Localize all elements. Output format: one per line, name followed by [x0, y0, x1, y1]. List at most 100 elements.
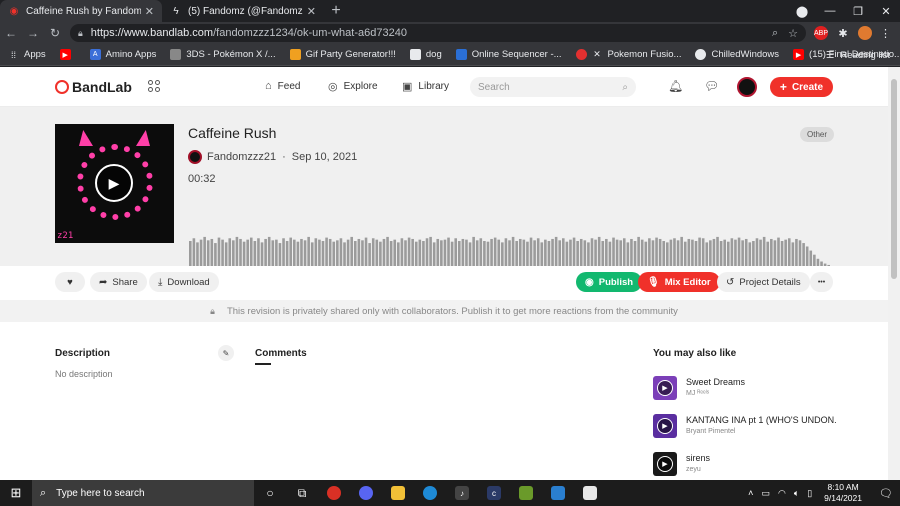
battery-icon[interactable]: ▯ [807, 488, 812, 499]
recommendation-cover[interactable]: ▶ [653, 452, 677, 476]
paint-app-icon[interactable] [542, 480, 574, 506]
search-input[interactable]: Search ⌕ [470, 77, 636, 97]
bookmark-3ds[interactable]: 3DS - Pokémon X /... [170, 49, 276, 60]
cortana-circle-icon[interactable]: ○ [254, 480, 286, 506]
nav-explore[interactable]: ◎ Explore [328, 80, 378, 93]
play-icon[interactable]: ▶ [657, 380, 673, 396]
recommendation-item[interactable]: ▶ Sweet Dreams MJ ᴿᵉᵉˡˢ [653, 376, 836, 400]
play-icon[interactable]: ▶ [657, 418, 673, 434]
download-icon: ⤓ [158, 276, 163, 288]
bookmark-amino[interactable]: A Amino Apps [89, 49, 156, 60]
page-scrollbar[interactable] [888, 67, 900, 480]
messages-chat-icon[interactable]: 💬︎ [704, 79, 719, 93]
adblock-extension-icon[interactable]: ABP [814, 26, 828, 40]
mix-editor-button[interactable]: 🎙︎ Mix Editor [638, 272, 720, 292]
windows-start-icon[interactable]: ⊞ [0, 485, 32, 501]
bandlab-icon: ◉ [9, 5, 19, 17]
bookmark-star-icon[interactable]: ☆ [788, 27, 798, 40]
search-icon[interactable]: ⌕ [772, 27, 778, 40]
tab-bandlab[interactable]: ◉ Caffeine Rush by Fandomzzz21 | ✕ [0, 0, 162, 22]
tab-twitter[interactable]: ϟ (5) Fandomz (@Fandomzzz1234) ✕ [162, 0, 324, 22]
game-app-icon[interactable] [510, 480, 542, 506]
bookmark-chilledwindows[interactable]: ChilledWindows [695, 49, 779, 60]
address-bar[interactable]: 🔒︎ https://www.bandlab.com /fandomzzz123… [70, 24, 806, 42]
bookmark-pokemon-fusion[interactable]: ✕ Pokemon Fusio... [575, 49, 681, 60]
puzzle-extensions-icon[interactable]: ✱ [836, 26, 850, 40]
comments-tab[interactable]: Comments [255, 348, 307, 359]
nav-library[interactable]: ▣ Library [402, 80, 449, 93]
minimize-button[interactable]: — [816, 5, 844, 17]
close-icon[interactable]: ✕ [145, 5, 154, 18]
download-button[interactable]: ⤓ Download [149, 272, 219, 292]
create-button[interactable]: + Create [770, 77, 833, 97]
bandlab-logo[interactable]: BandLab [55, 79, 132, 95]
back-button[interactable]: ← [0, 26, 22, 40]
edge-taskbar-icon[interactable] [414, 480, 446, 506]
publish-button[interactable]: ◉ Publish [576, 272, 643, 292]
reading-list-button[interactable]: ☰ Reading list [826, 44, 890, 66]
taskbar-clock[interactable]: 8:10 AM 9/14/2021 [824, 482, 862, 504]
recommendation-title[interactable]: Sweet Dreams [686, 377, 836, 387]
project-details-button[interactable]: ↺ Project Details [717, 272, 810, 292]
more-options-button[interactable]: ••• [810, 272, 833, 292]
profile-dropdown-icon[interactable]: ⬤ [788, 5, 816, 18]
close-icon[interactable]: ✕ [307, 5, 316, 18]
site-header: BandLab ⌂ Feed ◎ Explore ▣ Library Search ⌕ … [0, 67, 888, 107]
chevron-up-icon[interactable]: ˄ [748, 488, 753, 498]
bookmark-dog[interactable]: dog [409, 49, 442, 60]
recommendation-item[interactable]: ▶ sirens zeyu [653, 452, 836, 476]
file-explorer-icon[interactable] [382, 480, 414, 506]
new-tab-button[interactable]: + [324, 0, 348, 22]
scrollbar-thumb[interactable] [891, 79, 897, 279]
close-window-button[interactable]: ✕ [872, 5, 900, 18]
reading-list-icon: ☰ [825, 49, 835, 61]
play-icon[interactable]: ▶ [657, 456, 673, 472]
nav-feed[interactable]: ⌂ Feed [265, 80, 300, 92]
share-button[interactable]: ➦ Share [90, 272, 147, 292]
track-cover-art[interactable]: z21 ▶ [55, 124, 174, 243]
bookmark-gif-party[interactable]: Gif Party Generator!!! [289, 49, 396, 60]
recommendation-title[interactable]: KANTANG INA pt 1 (WHO'S UNDON... [686, 415, 836, 425]
recommendation-item[interactable]: ▶ KANTANG INA pt 1 (WHO'S UNDON... Bryant… [653, 414, 836, 438]
apps-menu-icon[interactable] [148, 80, 160, 92]
3ds-icon [170, 49, 182, 60]
tab-title: (5) Fandomz (@Fandomzzz1234) [188, 5, 303, 17]
chrome-taskbar-icon[interactable] [318, 480, 350, 506]
artist-name[interactable]: Fandomzzz21 [207, 151, 276, 163]
taskbar-search-input[interactable]: ⌕ Type here to search [32, 480, 254, 506]
recommendation-title[interactable]: sirens [686, 453, 836, 463]
artist-avatar[interactable] [188, 150, 202, 164]
publish-label: Publish [598, 276, 634, 288]
user-avatar[interactable] [737, 77, 757, 97]
music-app-icon[interactable]: ♪ [446, 480, 478, 506]
network-icon[interactable]: ▭ [761, 488, 770, 499]
task-view-icon[interactable]: ⧉ [286, 480, 318, 506]
discord-taskbar-icon[interactable] [350, 480, 382, 506]
bookmark-youtube[interactable]: ▶ [59, 49, 76, 60]
restore-button[interactable]: ❐ [844, 5, 872, 18]
menu-kebab-icon[interactable]: ⋮ [880, 27, 891, 40]
compass-icon: ◎ [328, 81, 338, 93]
recommendation-artist[interactable]: MJ ᴿᵉᵉˡˢ [686, 390, 836, 397]
bookmark-apps[interactable]: ⁞⁞ Apps [8, 49, 46, 60]
reload-button[interactable]: ↻ [44, 26, 66, 40]
recommendation-cover[interactable]: ▶ [653, 414, 677, 438]
profile-avatar-icon[interactable] [858, 26, 872, 40]
recommendation-cover[interactable]: ▶ [653, 376, 677, 400]
volume-icon[interactable]: 🔈︎ [794, 488, 799, 499]
extensions-bar: ABP ✱ ⋮ [814, 26, 891, 40]
photos-app-icon[interactable] [574, 480, 606, 506]
play-button[interactable]: ▶ [95, 164, 133, 202]
notification-center-icon[interactable]: 🗨︎ [872, 487, 900, 500]
code-app-icon[interactable]: c [478, 480, 510, 506]
lock-icon[interactable]: 🔒︎ [78, 28, 83, 39]
like-button[interactable]: ♥ [55, 272, 85, 292]
bookmark-sequencer[interactable]: Online Sequencer -... [455, 49, 562, 60]
recommendation-artist[interactable]: Bryant Pimentel [686, 428, 836, 435]
share-label: Share [112, 276, 138, 288]
wifi-icon[interactable]: ◠ [778, 488, 786, 499]
edit-pencil-icon[interactable]: ✎ [218, 345, 234, 361]
recommendation-artist[interactable]: zeyu [686, 466, 836, 473]
forward-button[interactable]: → [22, 26, 44, 40]
notifications-bell-icon[interactable]: 🔔︎ [668, 79, 683, 93]
